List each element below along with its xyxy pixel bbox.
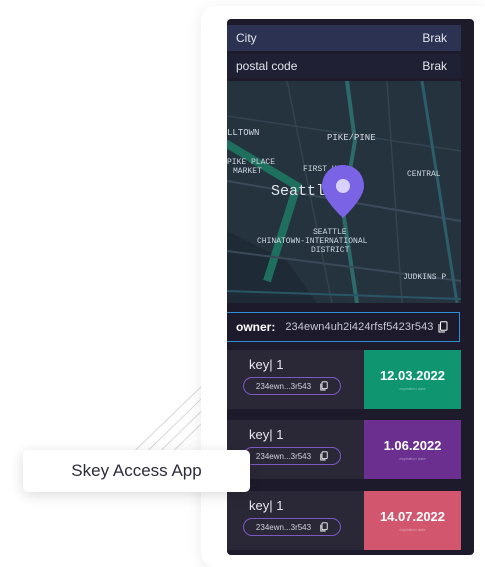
key-info: key| 1 234ewn...3r543 [227,491,363,550]
city-label: City [236,31,257,45]
expiration-caption: expiration date [399,456,426,461]
key-code-pill[interactable]: 234ewn...3r543 [243,447,341,465]
key-code: 234ewn...3r543 [255,451,312,461]
map-label-seattle-district: SEATTLE [313,228,347,237]
copy-icon[interactable] [438,321,448,333]
key-title: key| 1 [249,427,284,442]
app-name-label: Skey Access App [23,450,250,492]
postal-code-label: postal code [236,59,298,73]
postal-code-value: Brak [422,59,447,73]
map-label-judkins: JUDKINS P [403,273,446,282]
expiration-date: 14.07.2022 [379,509,446,524]
expiration-caption: expiration date [399,386,426,391]
owner-value: 234ewn4uh2i424rfsf5423r543 [285,321,434,333]
map-label-chinatown: CHINATOWN-INTERNATIONAL [257,237,368,246]
expiration-date: 12.03.2022 [379,368,446,383]
key-card[interactable]: key| 1 234ewn...3r543 12.03.2022 expirat… [227,350,461,409]
expiration-date-box: 14.07.2022 expiration date [364,491,461,550]
key-title: key| 1 [249,498,284,513]
phone-screen: City Brak postal code Brak LLTOWN PIKE/P… [227,19,474,555]
key-code-pill[interactable]: 234ewn...3r543 [243,518,341,536]
owner-field[interactable]: owner: 234ewn4uh2i424rfsf5423r543 [227,312,460,342]
key-title: key| 1 [249,357,284,372]
owner-label: owner: [236,320,276,334]
copy-icon[interactable] [320,381,328,391]
key-code: 234ewn...3r543 [255,522,312,532]
copy-icon[interactable] [320,522,328,532]
expiration-date: 1.06.2022 [383,438,442,453]
map-graphic: LLTOWN PIKE/PINE PIKE PLACE MARKET FIRST… [227,81,461,303]
map-label-belltown: LLTOWN [227,128,259,138]
map-view[interactable]: LLTOWN PIKE/PINE PIKE PLACE MARKET FIRST… [227,81,461,303]
city-row: City Brak [227,25,461,51]
key-code-pill[interactable]: 234ewn...3r543 [243,377,341,395]
map-label-district: DISTRICT [311,246,350,255]
key-info: key| 1 234ewn...3r543 [227,350,363,409]
expiration-date-box: 12.03.2022 expiration date [364,350,461,409]
expiration-date-box: 1.06.2022 expiration date [364,420,461,479]
map-label-pike-pine: PIKE/PINE [327,133,376,143]
map-label-market: MARKET [233,167,262,176]
city-value: Brak [422,31,447,45]
map-label-pike-place: PIKE PLACE [227,158,275,167]
app-name: Skey Access App [71,461,202,480]
copy-icon[interactable] [320,451,328,461]
postal-code-row: postal code Brak [227,54,461,78]
map-label-central: CENTRAL [407,170,441,179]
key-card[interactable]: key| 1 234ewn...3r543 1.06.2022 expirati… [227,420,461,479]
key-code: 234ewn...3r543 [255,381,312,391]
key-card[interactable]: key| 1 234ewn...3r543 14.07.2022 expirat… [227,491,461,550]
expiration-caption: expiration date [399,527,426,532]
